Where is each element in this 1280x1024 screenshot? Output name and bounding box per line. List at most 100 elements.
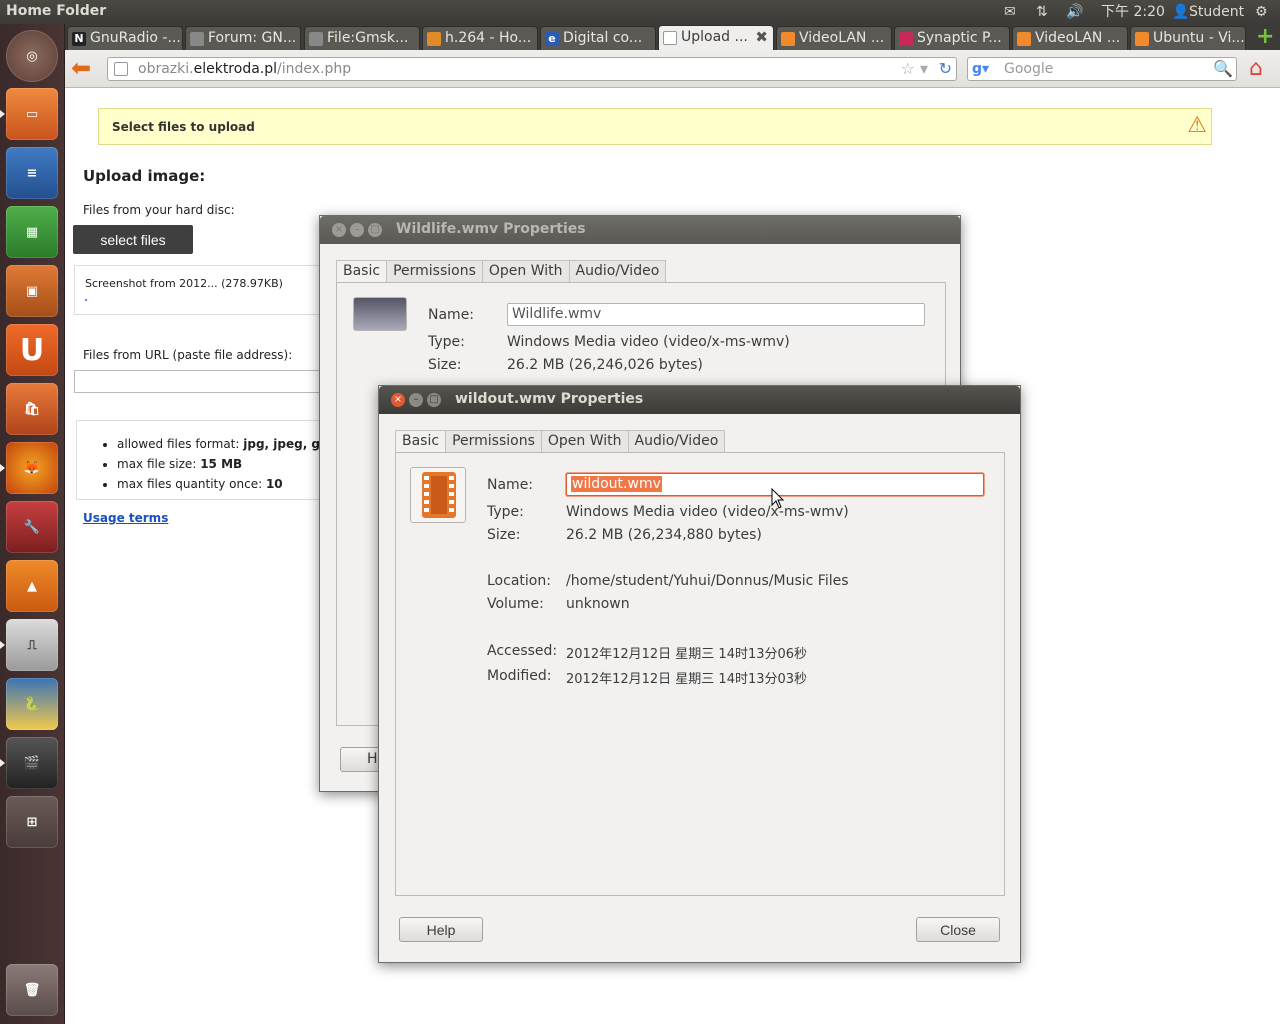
url-path: /index.php [277, 61, 352, 77]
select-files-button[interactable]: select files [73, 225, 193, 254]
modified-label: Modified: [487, 668, 552, 684]
tab-audio-video[interactable]: Audio/Video [627, 430, 726, 453]
page-icon [190, 32, 204, 46]
trash-icon[interactable]: 🗑 [6, 964, 58, 1016]
video-editor-icon[interactable]: 🎬 [6, 737, 58, 789]
network-icon[interactable]: ⇅ [1036, 2, 1048, 22]
tab-permissions[interactable]: Permissions [445, 430, 542, 453]
volume-label: Volume: [487, 596, 544, 612]
close-icon[interactable]: × [332, 223, 346, 237]
type-label: Type: [487, 504, 524, 520]
tab-videolan-1[interactable]: VideoLAN ... [776, 26, 892, 50]
usage-terms-link[interactable]: Usage terms [83, 511, 168, 525]
size-label: Size: [487, 527, 521, 543]
running-indicator [0, 110, 5, 118]
rule-item: max files quantity once: 10 [117, 477, 346, 491]
search-icon[interactable]: 🔍 [1213, 59, 1233, 78]
tab-basic[interactable]: Basic [395, 430, 447, 454]
tab-gnuradio[interactable]: N GnuRadio -... [67, 26, 183, 50]
user-icon[interactable]: 👤 [1172, 2, 1189, 22]
tab-upload-active[interactable]: Upload ... ✖ [658, 25, 774, 50]
tab-videolan-2[interactable]: VideoLAN ... [1012, 26, 1128, 50]
tab-label: Ubuntu - Vi... [1153, 30, 1245, 46]
size-label: Size: [428, 357, 462, 373]
dialog-tabs: Basic Permissions Open With Audio/Video [395, 430, 726, 454]
selected-name-text[interactable]: wildout.wmv [571, 476, 662, 492]
search-bar[interactable]: g▾ Google 🔍 [967, 57, 1237, 81]
maximize-icon[interactable]: □ [427, 393, 441, 407]
tab-forum[interactable]: Forum: GN... [185, 26, 301, 50]
minimize-icon[interactable]: – [409, 393, 423, 407]
url-bar[interactable]: obrazki.elektroda.pl/index.php ☆ ▾ ↻ [107, 57, 957, 81]
new-tab-button[interactable]: + [1256, 26, 1274, 48]
impress-icon[interactable]: ▣ [6, 265, 58, 317]
size-value: 26.2 MB (26,234,880 bytes) [566, 527, 762, 543]
maximize-icon[interactable]: □ [368, 223, 382, 237]
dialog-tabs: Basic Permissions Open With Audio/Video [336, 260, 667, 284]
film-strip-icon [422, 472, 456, 518]
tab-basic[interactable]: Basic [336, 260, 388, 284]
google-icon[interactable]: g▾ [972, 61, 989, 77]
gear-icon[interactable]: ⚙ [1255, 2, 1268, 22]
back-arrow-icon[interactable]: ⬅ [71, 56, 97, 82]
tab-label: Forum: GN... [208, 30, 297, 46]
tab-ubuntu-vi[interactable]: Ubuntu - Vi... [1130, 26, 1246, 50]
tab-audio-video[interactable]: Audio/Video [568, 260, 667, 283]
name-label: Name: [428, 307, 475, 323]
writer-icon[interactable]: ≡ [6, 147, 58, 199]
mouse-cursor-icon [771, 488, 785, 509]
tab-synaptic[interactable]: Synaptic P... [894, 26, 1010, 50]
tab-open-with[interactable]: Open With [481, 260, 570, 283]
name-field[interactable]: Wildlife.wmv [507, 303, 925, 326]
url-text[interactable]: obrazki.elektroda.pl/index.php [138, 61, 351, 77]
close-button[interactable]: Close [916, 917, 1000, 942]
reload-icon[interactable]: ↻ [939, 59, 952, 78]
tab-label: Synaptic P... [917, 30, 1002, 46]
rule-item: allowed files format: jpg, jpeg, gif, p [117, 437, 346, 451]
dialog-title: wildout.wmv Properties [455, 391, 644, 407]
tab-digital-co[interactable]: e Digital co... [540, 26, 656, 50]
running-indicator [0, 464, 5, 472]
dialog-titlebar[interactable]: × – □ Wildlife.wmv Properties [320, 216, 960, 244]
home-icon[interactable]: ⌂ [1249, 56, 1263, 81]
system-settings-icon[interactable]: 🔧 [6, 501, 58, 553]
modified-value: 2012年12月12日 星期三 14时13分03秒 [566, 672, 808, 687]
tab-open-with[interactable]: Open With [540, 430, 629, 453]
home-folder-icon[interactable]: ▭ [6, 88, 58, 140]
ubuntu-dash-icon[interactable]: ◎ [6, 30, 58, 82]
type-value: Windows Media video (video/x-ms-wmv) [566, 504, 849, 520]
page-icon [309, 32, 323, 46]
hard-disc-label: Files from your hard disc: [83, 203, 235, 217]
tab-permissions[interactable]: Permissions [386, 260, 483, 283]
bookmark-star-icon[interactable]: ☆ ▾ [901, 59, 928, 78]
video-file-icon [410, 467, 466, 523]
vlc-cone-icon [1017, 32, 1031, 46]
file-entry: Screenshot from 2012... (278.97KB) [85, 277, 283, 290]
minimize-icon[interactable]: – [350, 223, 364, 237]
calc-icon[interactable]: ▦ [6, 206, 58, 258]
software-center-icon[interactable]: 🛍 [6, 383, 58, 435]
workspace-switcher-icon[interactable]: ⊞ [6, 796, 58, 848]
user-name[interactable]: Student [1189, 2, 1244, 22]
tab-favicon: e [545, 32, 559, 46]
gnuradio-companion-icon[interactable]: ⎍ [6, 619, 58, 671]
close-icon[interactable]: × [391, 393, 405, 407]
mail-icon[interactable]: ✉ [1004, 2, 1016, 22]
vlc-icon[interactable]: ▲ [6, 560, 58, 612]
python-icon[interactable]: 🐍 [6, 678, 58, 730]
firefox-icon[interactable]: 🦊 [6, 442, 58, 494]
wildout-properties-dialog[interactable]: × – □ wildout.wmv Properties Basic Permis… [378, 385, 1021, 963]
tab-h264[interactable]: h.264 - Ho... [422, 26, 538, 50]
volume-icon[interactable]: 🔊 [1066, 2, 1083, 22]
tab-label: VideoLAN ... [799, 30, 885, 46]
dialog-titlebar[interactable]: × – □ wildout.wmv Properties [379, 386, 1020, 414]
clock[interactable]: 下午 2:20 [1101, 2, 1165, 22]
help-button[interactable]: Help [399, 917, 483, 942]
close-icon[interactable]: ✖ [755, 28, 768, 46]
type-label: Type: [428, 334, 465, 350]
search-input[interactable]: Google [1004, 61, 1053, 77]
ubuntu-one-icon[interactable]: U [6, 324, 58, 376]
top-panel: Home Folder ✉ ⇅ 🔊 下午 2:20 👤 Student ⚙ [0, 0, 1280, 24]
browser-tab-bar: N GnuRadio -... Forum: GN... File:Gmsk...… [65, 24, 1280, 50]
tab-file-gmsk[interactable]: File:Gmsk... [304, 26, 420, 50]
